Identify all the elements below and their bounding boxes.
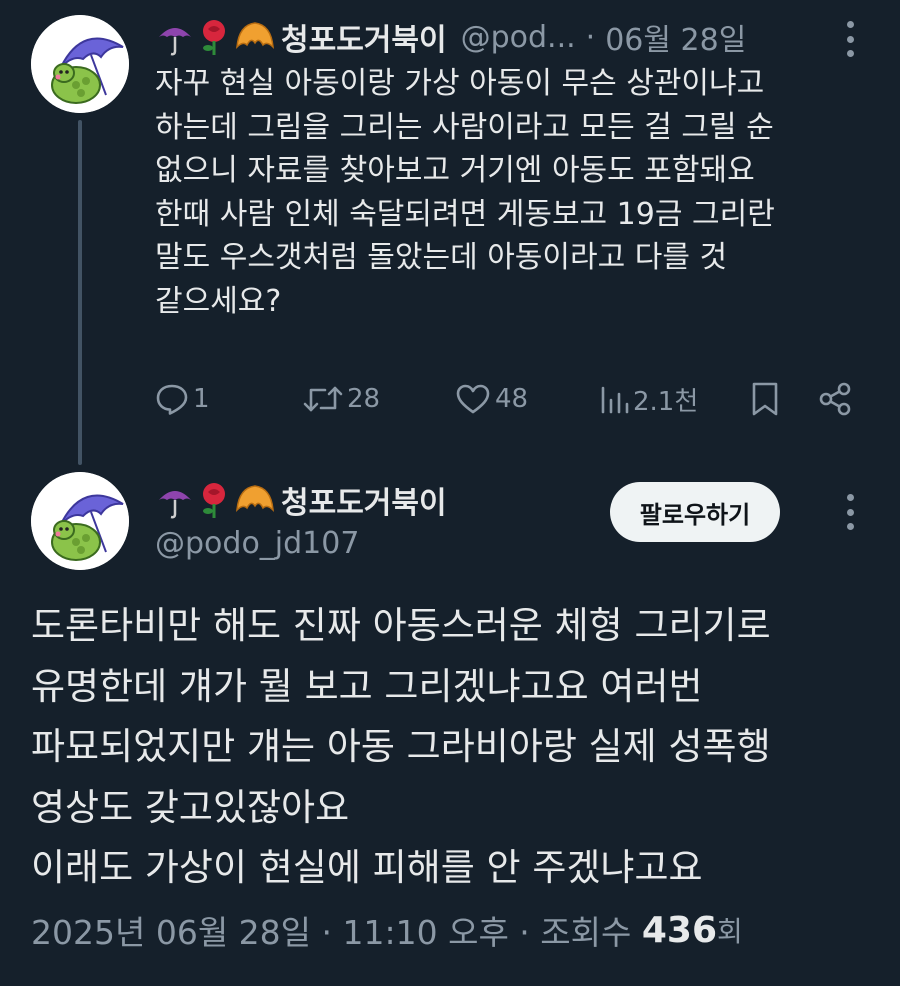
- tweet-text-line: 자꾸 현실 아동이랑 가상 아동이 무슨 상관이냐고: [155, 66, 765, 101]
- views-icon: [599, 382, 633, 416]
- rose-icon: [197, 480, 231, 520]
- tweet-text-line: 도론타비만 해도 진짜 아동스러운 체형 그리기로: [31, 604, 771, 647]
- retweet-count: 28: [347, 384, 381, 414]
- name-emojis: [155, 480, 277, 520]
- tweet-text: 자꾸 현실 아동이랑 가상 아동이 무슨 상관이냐고 하는데 그림을 그리는 사…: [155, 62, 855, 323]
- tweet-date[interactable]: 06월 28일: [605, 15, 746, 59]
- tweet-text-line: 하는데 그림을 그리는 사람이라고 모든 걸 그릴 순: [155, 109, 774, 145]
- like-button[interactable]: 48: [455, 373, 528, 425]
- reply-button[interactable]: 1: [155, 373, 210, 425]
- user-handle[interactable]: @pod...: [461, 20, 576, 55]
- tweet-text-line: 파묘되었지만 걔는 아동 그라비아랑 실제 성폭행: [31, 725, 771, 768]
- rose-icon: [197, 17, 231, 57]
- share-icon: [817, 381, 857, 417]
- tweet-text-line: 같으세요?: [155, 283, 282, 319]
- tweet-header: 청포도거북이 @podo_jd107: [155, 478, 605, 561]
- display-name[interactable]: 청포도거북이: [281, 478, 447, 522]
- croissant-icon: [233, 17, 277, 57]
- reply-icon: [155, 382, 193, 416]
- tweet-text-line: 영상도 갖고있잖아요: [31, 785, 350, 829]
- tweet-text-line: 한때 사람 인체 숙달되려면 게동보고 19금 그리란: [155, 196, 775, 232]
- umbrella-icon: [155, 480, 195, 520]
- retweet-button[interactable]: 28: [303, 373, 380, 425]
- display-name[interactable]: 청포도거북이: [281, 15, 447, 59]
- more-icon[interactable]: [840, 494, 860, 530]
- croissant-icon: [233, 480, 277, 520]
- tweet-text-line: 없으니 자료를 찾아보고 거기엔 아동도 포함돼요: [155, 153, 755, 188]
- tweet-actions: 1 28 48 2.1천: [155, 373, 855, 425]
- umbrella-icon: [155, 17, 195, 57]
- retweet-icon: [303, 382, 347, 416]
- separator-dot: ·: [585, 19, 596, 55]
- tweet-meta: 2025년 06월 28일 · 11:10 오후 · 조회수 436 회: [31, 902, 871, 958]
- name-emojis: [155, 17, 277, 57]
- views-unit: 회: [717, 915, 743, 948]
- views-button[interactable]: 2.1천: [599, 373, 698, 425]
- tweet-text-line: 말도 우스갯처럼 돌았는데 아동이라고 다를 것: [155, 240, 728, 275]
- follow-button[interactable]: 팔로우하기: [610, 482, 780, 542]
- views-count: 2.1천: [633, 386, 699, 417]
- more-icon[interactable]: [840, 21, 860, 57]
- avatar[interactable]: [31, 15, 129, 113]
- share-button[interactable]: [817, 373, 857, 425]
- like-count: 48: [495, 384, 529, 414]
- views-count: 436: [641, 909, 718, 951]
- reply-count: 1: [193, 384, 210, 414]
- bookmark-button[interactable]: [749, 373, 785, 425]
- tweet-header: 청포도거북이 @pod... · 06월 28일: [155, 14, 855, 60]
- like-icon: [455, 382, 495, 416]
- avatar[interactable]: [31, 472, 129, 570]
- thread-connector-line: [78, 120, 82, 465]
- user-handle[interactable]: @podo_jd107: [155, 526, 605, 561]
- tweet-text: 도론타비만 해도 진짜 아동스러운 체형 그리기로 유명한데 걔가 뭘 보고 그…: [31, 596, 871, 899]
- tweet-text-line: 이래도 가상이 현실에 피해를 안 주겠냐고요: [31, 846, 703, 889]
- tweet-text-line: 유명한데 걔가 뭘 보고 그리겠냐고요 여러번: [31, 664, 703, 708]
- bookmark-icon: [749, 380, 785, 418]
- tweet-timestamp[interactable]: 2025년 06월 28일 · 11:10 오후 · 조회수: [31, 906, 631, 954]
